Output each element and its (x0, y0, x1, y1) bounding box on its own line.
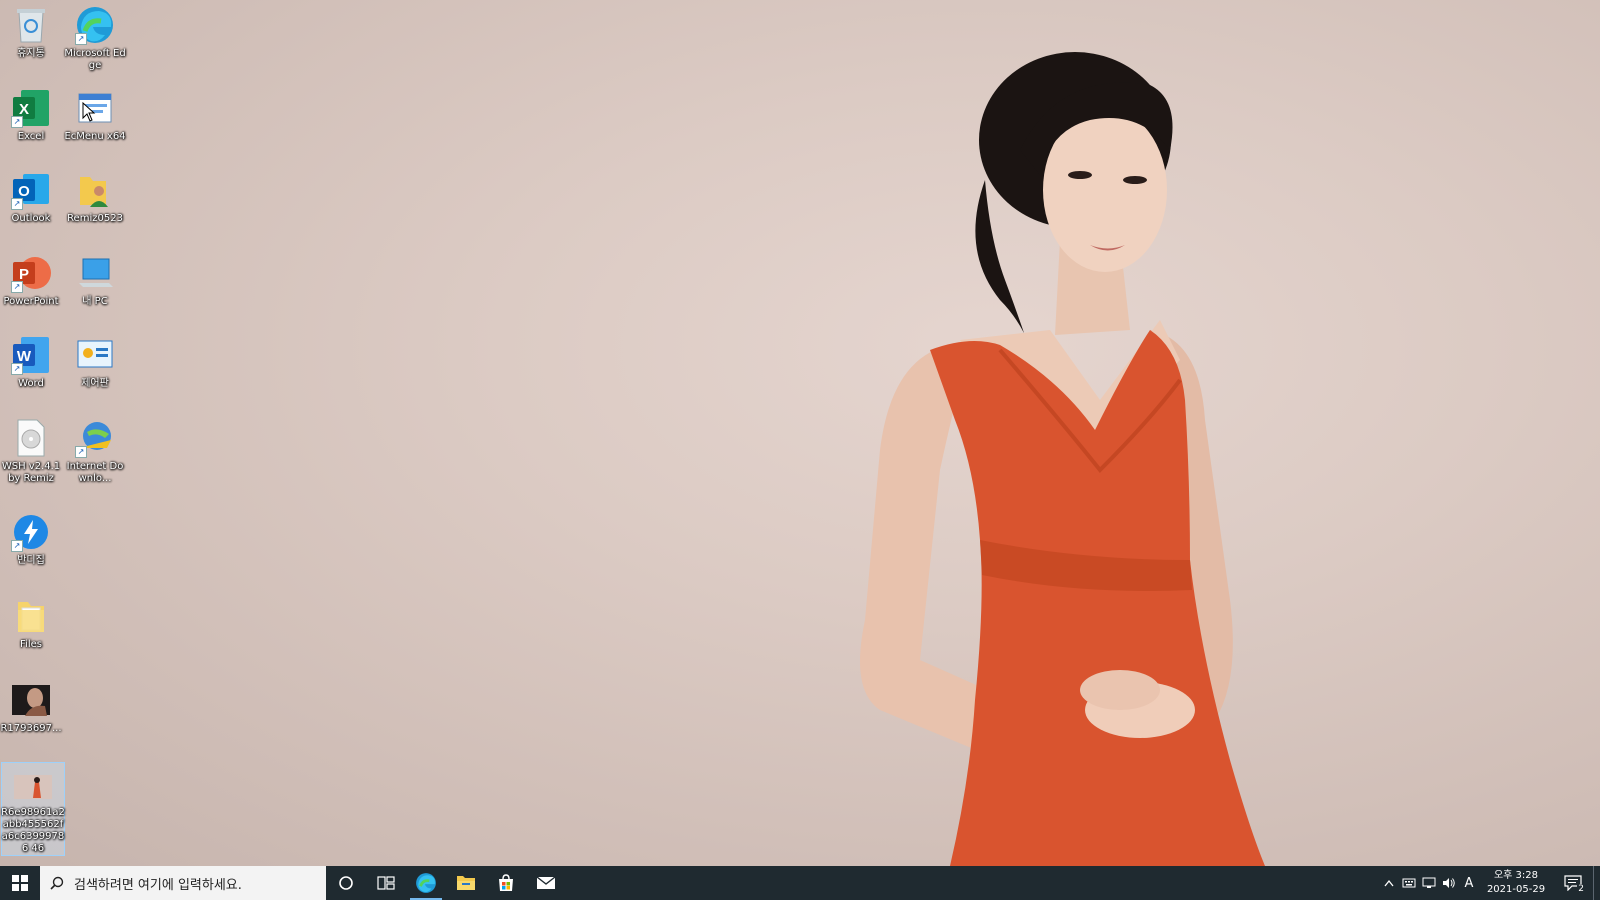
taskbar-store-button[interactable] (486, 866, 526, 900)
desktop-icon-image-r6e98961a[interactable]: R6e98961a2abb455562fa6c63999786 46 (1, 762, 65, 856)
desktop-icon-files-folder[interactable]: Files (0, 596, 62, 651)
icon-label: R1793697... (0, 723, 62, 734)
icon-label: WSH v2.4.1 by Remiz (1, 461, 61, 484)
desktop-icon-microsoft-edge[interactable]: ↗ Microsoft Edge (64, 5, 126, 72)
excel-icon: X ↗ (11, 88, 51, 128)
action-center-button[interactable]: 2 (1553, 866, 1593, 900)
icon-label: Internet Downlo... (66, 461, 124, 484)
notification-count-badge: 2 (1577, 884, 1585, 894)
outlook-icon: O ↗ (11, 170, 51, 210)
disc-image-file-icon (11, 418, 51, 458)
word-icon: W ↗ (11, 335, 51, 375)
task-view-button[interactable] (366, 866, 406, 900)
icon-label: 반디집 (17, 555, 45, 566)
shortcut-arrow-icon: ↗ (11, 540, 23, 552)
icon-label: EcMenu x64 (64, 131, 126, 142)
input-mode-indicator[interactable]: A (1459, 866, 1479, 900)
icon-label: 제어판 (81, 378, 109, 389)
task-view-icon (377, 876, 395, 890)
clock[interactable]: 오후 3:28 2021-05-29 (1479, 869, 1553, 897)
shortcut-arrow-icon: ↗ (11, 363, 23, 375)
icon-label: PowerPoint (3, 296, 59, 307)
wallpaper-image (860, 52, 1265, 866)
image-thumbnail-icon (13, 769, 53, 804)
show-hidden-icons-button[interactable] (1379, 866, 1399, 900)
show-desktop-button[interactable] (1593, 866, 1600, 900)
image-thumbnail-icon (11, 680, 51, 720)
icon-label: Microsoft Edge (64, 48, 126, 71)
volume-button[interactable] (1439, 866, 1459, 900)
internet-download-manager-icon: ↗ (75, 418, 115, 458)
desktop[interactable]: 휴지통 X ↗ Excel O ↗ Outlook P ↗ PowerPoint… (0, 0, 1600, 866)
taskbar: 검색하려면 여기에 입력하세요. A 오후 3:28 2021-05-29 2 (0, 866, 1600, 900)
folder-icon (457, 876, 475, 890)
desktop-icon-image-r1793697[interactable]: R1793697... (0, 680, 62, 735)
start-button[interactable] (0, 866, 40, 900)
system-tray: A 오후 3:28 2021-05-29 2 (1379, 866, 1600, 900)
desktop-icon-this-pc[interactable]: 내 PC (64, 253, 126, 308)
windows-logo-icon (12, 875, 28, 891)
icon-label: Files (20, 639, 42, 650)
edge-icon (416, 873, 436, 893)
user-folder-icon (75, 170, 115, 210)
network-icon (1422, 877, 1436, 888)
desktop-icon-powerpoint[interactable]: P ↗ PowerPoint (0, 253, 62, 308)
mail-icon (536, 876, 556, 889)
computer-icon (75, 253, 115, 293)
taskbar-search-box[interactable]: 검색하려면 여기에 입력하세요. (40, 866, 326, 900)
mouse-cursor-icon (82, 102, 96, 122)
icon-label: Outlook (11, 213, 51, 224)
icon-label: Remiz0523 (67, 213, 123, 224)
desktop-icon-remiz0523[interactable]: Remiz0523 (64, 170, 126, 225)
desktop-icon-outlook[interactable]: O ↗ Outlook (0, 170, 62, 225)
recycle-bin-icon (11, 5, 51, 45)
cortana-button[interactable] (326, 866, 366, 900)
taskbar-file-explorer-button[interactable] (446, 866, 486, 900)
clock-time: 오후 3:28 (1493, 870, 1539, 881)
shortcut-arrow-icon: ↗ (11, 198, 23, 210)
taskbar-mail-button[interactable] (526, 866, 566, 900)
chevron-up-icon (1384, 879, 1394, 887)
desktop-icon-internet-download-manager[interactable]: ↗ Internet Downlo... (64, 418, 126, 485)
folder-icon (11, 596, 51, 636)
icon-label: Excel (17, 131, 45, 142)
clock-date: 2021-05-29 (1486, 884, 1546, 895)
cortana-circle-icon (339, 876, 353, 890)
desktop-icon-wsh[interactable]: WSH v2.4.1 by Remiz (0, 418, 62, 485)
icon-label: R6e98961a2abb455562fa6c63999786 46 (1, 807, 65, 854)
ime-korean-button[interactable] (1399, 866, 1419, 900)
desktop-icon-bandizip[interactable]: ↗ 반디집 (0, 512, 62, 567)
desktop-icon-control-panel[interactable]: 제어판 (64, 335, 126, 390)
icon-label: Word (18, 378, 44, 389)
powerpoint-icon: P ↗ (11, 253, 51, 293)
keyboard-language-icon (1402, 878, 1416, 888)
desktop-icon-excel[interactable]: X ↗ Excel (0, 88, 62, 143)
shortcut-arrow-icon: ↗ (75, 446, 87, 458)
taskbar-edge-button[interactable] (406, 866, 446, 900)
speaker-icon (1443, 878, 1455, 888)
desktop-icon-recycle-bin[interactable]: 휴지통 (0, 5, 62, 60)
store-bag-icon (499, 874, 513, 891)
icon-label: 휴지통 (17, 48, 45, 59)
search-icon (50, 876, 64, 890)
control-panel-icon (75, 335, 115, 375)
search-placeholder: 검색하려면 여기에 입력하세요. (74, 877, 242, 893)
icon-label: 내 PC (82, 296, 108, 307)
bandizip-icon: ↗ (11, 512, 51, 552)
shortcut-arrow-icon: ↗ (75, 33, 87, 45)
edge-icon: ↗ (75, 5, 115, 45)
shortcut-arrow-icon: ↗ (11, 281, 23, 293)
network-button[interactable] (1419, 866, 1439, 900)
desktop-icon-word[interactable]: W ↗ Word (0, 335, 62, 390)
shortcut-arrow-icon: ↗ (11, 116, 23, 128)
